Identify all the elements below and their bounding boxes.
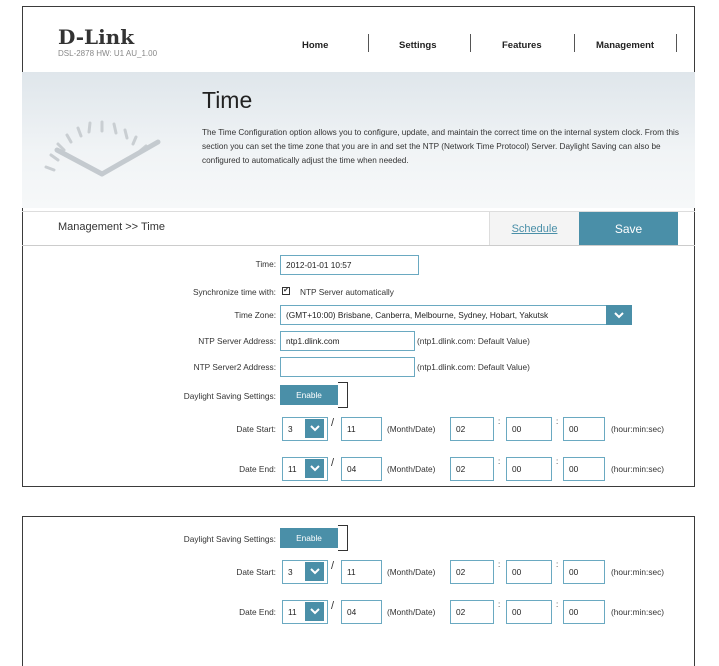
nav-divider [368, 34, 369, 52]
end-second-field[interactable]: 00 [563, 457, 605, 481]
ntp-server-field[interactable]: ntp1.dlink.com [280, 331, 415, 351]
timezone-label: Time Zone: [234, 310, 276, 320]
breadcrumb: Management >> Time [58, 221, 166, 233]
slash-separator: / [331, 560, 335, 572]
date-start-label: Date Start: [236, 567, 276, 577]
start-month-dropdown-button[interactable] [305, 419, 324, 438]
secondary-panel [22, 516, 695, 666]
ntp-server2-label: NTP Server2 Address: [193, 362, 276, 372]
end-hour-field[interactable]: 02 [450, 600, 494, 624]
nav-divider [574, 34, 575, 52]
sync-label: Synchronize time with: [192, 287, 276, 297]
colon-separator: : [556, 417, 559, 426]
chevron-down-icon [614, 311, 624, 318]
slash-separator: / [331, 600, 335, 612]
ntp-sync-checkbox[interactable]: ✔ [282, 287, 290, 295]
timezone-dropdown-button[interactable] [606, 305, 632, 325]
date-start-label: Date Start: [236, 424, 276, 434]
end-month-dropdown-button[interactable] [305, 459, 324, 478]
nav-features[interactable]: Features [502, 40, 542, 51]
timezone-select[interactable]: (GMT+10:00) Brisbane, Canberra, Melbourn… [280, 305, 632, 325]
dst-toggle-edge[interactable] [338, 525, 348, 551]
colon-separator: : [556, 457, 559, 466]
colon-separator: : [498, 457, 501, 466]
colon-separator: : [498, 600, 501, 609]
dst-label: Daylight Saving Settings: [183, 534, 276, 544]
slash-separator: / [331, 457, 335, 469]
dst-label: Daylight Saving Settings: [183, 391, 276, 401]
time-field[interactable]: 2012-01-01 10:57 [280, 255, 419, 275]
clock-icon [44, 120, 161, 177]
end-minute-field[interactable]: 00 [506, 457, 552, 481]
colon-separator: : [556, 560, 559, 569]
dst-enable-button[interactable]: Enable [280, 528, 338, 548]
start-date-field[interactable]: 11 [341, 417, 382, 441]
end-second-field[interactable]: 00 [563, 600, 605, 624]
end-hour-field[interactable]: 02 [450, 457, 494, 481]
month-date-hint: (Month/Date) [387, 567, 436, 577]
ntp-server2-default-note: (ntp1.dlink.com: Default Value) [417, 362, 530, 372]
schedule-link[interactable]: Schedule [489, 212, 579, 245]
hms-hint: (hour:min:sec) [611, 464, 665, 474]
dst-toggle-edge[interactable] [338, 382, 348, 408]
start-hour-field[interactable]: 02 [450, 417, 494, 441]
ntp-server2-field[interactable] [280, 357, 415, 377]
save-button[interactable]: Save [579, 212, 678, 245]
hms-hint: (hour:min:sec) [611, 567, 665, 577]
end-month-dropdown-button[interactable] [305, 602, 324, 621]
nav-divider [676, 34, 677, 52]
nav-divider [470, 34, 471, 52]
model-info: DSL-2878 HW: U1 AU_1.00 [58, 49, 158, 58]
colon-separator: : [498, 417, 501, 426]
colon-separator: : [556, 600, 559, 609]
start-minute-field[interactable]: 00 [506, 560, 552, 584]
chevron-down-icon [309, 608, 320, 615]
chevron-down-icon [309, 425, 320, 432]
start-second-field[interactable]: 00 [563, 560, 605, 584]
slash-separator: / [331, 417, 335, 429]
date-end-label: Date End: [239, 607, 276, 617]
chevron-down-icon [309, 465, 320, 472]
ntp-server-label: NTP Server Address: [198, 336, 276, 346]
nav-settings[interactable]: Settings [399, 40, 436, 51]
end-date-field[interactable]: 04 [341, 457, 382, 481]
dst-enable-button[interactable]: Enable [280, 385, 338, 405]
time-label: Time: [255, 259, 276, 269]
month-date-hint: (Month/Date) [387, 424, 436, 434]
chevron-down-icon [309, 568, 320, 575]
nav-home[interactable]: Home [302, 40, 328, 51]
start-second-field[interactable]: 00 [563, 417, 605, 441]
month-date-hint: (Month/Date) [387, 464, 436, 474]
dlink-logo: D-Link [58, 25, 135, 49]
start-date-field[interactable]: 11 [341, 560, 382, 584]
start-minute-field[interactable]: 00 [506, 417, 552, 441]
end-date-field[interactable]: 04 [341, 600, 382, 624]
ntp-server-default-note: (ntp1.dlink.com: Default Value) [417, 336, 530, 346]
ntp-sync-text: NTP Server automatically [300, 287, 394, 297]
start-month-dropdown-button[interactable] [305, 562, 324, 581]
hms-hint: (hour:min:sec) [611, 607, 665, 617]
end-minute-field[interactable]: 00 [506, 600, 552, 624]
page-description: The Time Configuration option allows you… [202, 128, 679, 165]
page-title: Time [202, 87, 253, 113]
nav-management[interactable]: Management [596, 40, 654, 51]
month-date-hint: (Month/Date) [387, 607, 436, 617]
colon-separator: : [498, 560, 501, 569]
start-hour-field[interactable]: 02 [450, 560, 494, 584]
date-end-label: Date End: [239, 464, 276, 474]
hms-hint: (hour:min:sec) [611, 424, 665, 434]
section-divider [22, 245, 695, 246]
